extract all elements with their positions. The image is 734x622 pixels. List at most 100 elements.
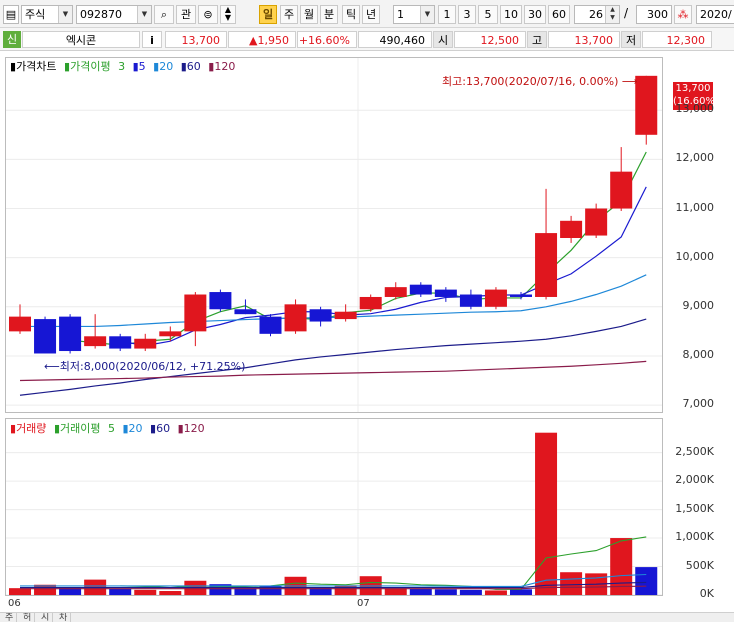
arrow-left-icon: ⟵ [44, 360, 60, 373]
current-price-tag-value: 13,700 [675, 83, 711, 94]
menu-icon[interactable]: ▤ [3, 5, 19, 24]
market-value: 주식 [25, 8, 46, 21]
candle-body [484, 289, 507, 307]
total-count[interactable]: 300 [636, 5, 672, 24]
ma120-legend: 120 [214, 60, 236, 73]
bottom-tab[interactable]: 허 [20, 613, 36, 622]
open-price: 12,500 [454, 31, 526, 48]
bottom-tab[interactable]: 주 [2, 613, 18, 622]
candle-body [334, 311, 357, 320]
volume-bar [159, 591, 182, 595]
quick-interval-button[interactable]: 1 [438, 5, 456, 24]
interval-value: 1 [397, 8, 404, 21]
code-input[interactable]: 092870 ▼ [76, 5, 152, 24]
volume-bar [459, 589, 482, 595]
trade-volume: 490,460 [358, 31, 432, 48]
ma-legend-label: 가격이평 [70, 60, 111, 73]
quick-interval-button[interactable]: 60 [548, 5, 570, 24]
info-icon[interactable]: i [142, 31, 162, 48]
price-y-tick-label: 9,000 [682, 298, 715, 312]
bottom-tab[interactable]: 차 [56, 613, 72, 622]
volume-chart-svg [6, 419, 662, 595]
candle-body [234, 309, 257, 315]
volume-bar [409, 588, 432, 595]
candle-body [84, 336, 107, 347]
candle-body [109, 336, 132, 349]
volume-bar [109, 588, 132, 595]
chevron-down-icon: ▼ [420, 6, 434, 23]
volume-y-tick-label: 500K [685, 558, 714, 572]
candle-body [34, 319, 57, 354]
period-tab-3[interactable]: 분 [320, 5, 338, 24]
candle-body [610, 171, 633, 209]
candle-body [384, 287, 407, 297]
spin-updown-icon[interactable]: ▲ ▼ [605, 6, 619, 23]
arrow-right-icon: ⟶ [618, 75, 638, 88]
chart-toolbar: ▤ 주식 ▼ 092870 ▼ ⌕ 관 ⊜ ▲ ▼ 일주월분틱년 1 ▼ 1351… [0, 0, 734, 28]
period-tab-2[interactable]: 월 [300, 5, 318, 24]
code-value: 092870 [80, 8, 122, 21]
volume-bar [434, 589, 457, 595]
market-select[interactable]: 주식 ▼ [21, 5, 73, 24]
quick-interval-button[interactable]: 5 [478, 5, 498, 24]
price-legend: ▮가격차트 ▮가격이평 3 ▮5 ▮20 ▮60 ▮120 [10, 60, 236, 73]
volume-bar [560, 572, 583, 595]
volume-bar [635, 567, 658, 595]
interval-select[interactable]: 1 ▼ [393, 5, 435, 24]
vma5-legend: 5 [107, 422, 115, 435]
candle-body [259, 316, 282, 334]
period-tab-5[interactable]: 년 [362, 5, 380, 24]
candle-body [59, 316, 82, 352]
volume-y-tick-label: 2,500K [675, 444, 714, 458]
low-price: 12,300 [642, 31, 712, 48]
volume-y-tick-label: 0K [699, 587, 714, 600]
volume-bar [134, 589, 157, 595]
candle-body [284, 304, 307, 332]
price-y-tick-label: 7,000 [682, 397, 715, 411]
link-icon[interactable]: ⊜ [198, 5, 218, 24]
change-rate: +16.60% [297, 31, 357, 48]
candle-body [359, 296, 382, 310]
candle-body [159, 331, 182, 337]
bottom-tab[interactable]: 시 [38, 613, 54, 622]
period-tab-0[interactable]: 일 [259, 5, 277, 24]
zoom-icon[interactable]: ⁂ [674, 5, 692, 24]
volume-bar [334, 585, 357, 595]
candle-body [9, 316, 31, 332]
vma-legend-label: 거래이평 [60, 422, 101, 435]
quick-interval-button[interactable]: 3 [458, 5, 476, 24]
volume-bar [535, 432, 558, 595]
watchlist-button[interactable]: 관 [176, 5, 196, 24]
candle-body [635, 75, 658, 135]
vma20-legend: 20 [128, 422, 143, 435]
date-input[interactable]: 2020/ [696, 5, 734, 24]
volume-y-tick-label: 1,500K [675, 501, 714, 515]
low-annotation-text: 최저:8,000(2020/06/12, +71.25%) [59, 360, 246, 373]
period-tab-1[interactable]: 주 [280, 5, 298, 24]
count-input[interactable]: 26 ▲ ▼ [574, 5, 620, 24]
ma3-legend: 3 [118, 60, 126, 73]
volume-legend-title: 거래량 [16, 422, 47, 435]
candle-body [535, 233, 558, 297]
spin-updown-icon[interactable]: ▲ ▼ [220, 5, 236, 24]
volume-y-tick-label: 2,000K [675, 473, 714, 487]
price-y-tick-label: 8,000 [682, 347, 715, 361]
price-legend-title: 가격차트 [16, 60, 57, 73]
volume-legend: ▮거래량 ▮거래이평 5 ▮20 ▮60 ▮120 [10, 422, 205, 435]
ma5-legend: 5 [138, 60, 146, 73]
count-separator: / [624, 6, 629, 20]
chevron-down-icon: ▼ [58, 6, 72, 23]
price-y-tick-label: 11,000 [675, 200, 715, 214]
price-y-tick-label: 10,000 [675, 249, 715, 263]
chevron-down-icon: ▼ [137, 6, 151, 23]
ma20-legend: 20 [159, 60, 174, 73]
quick-interval-button[interactable]: 10 [500, 5, 522, 24]
quick-interval-button[interactable]: 30 [524, 5, 546, 24]
search-icon[interactable]: ⌕ [154, 5, 174, 24]
high-label: 고 [527, 31, 547, 48]
candle-body [560, 220, 583, 238]
period-tab-4[interactable]: 틱 [342, 5, 360, 24]
price-y-tick-label: 13,000 [675, 102, 715, 116]
price-y-tick-label: 12,000 [675, 151, 715, 165]
volume-chart-panel[interactable] [5, 418, 663, 596]
